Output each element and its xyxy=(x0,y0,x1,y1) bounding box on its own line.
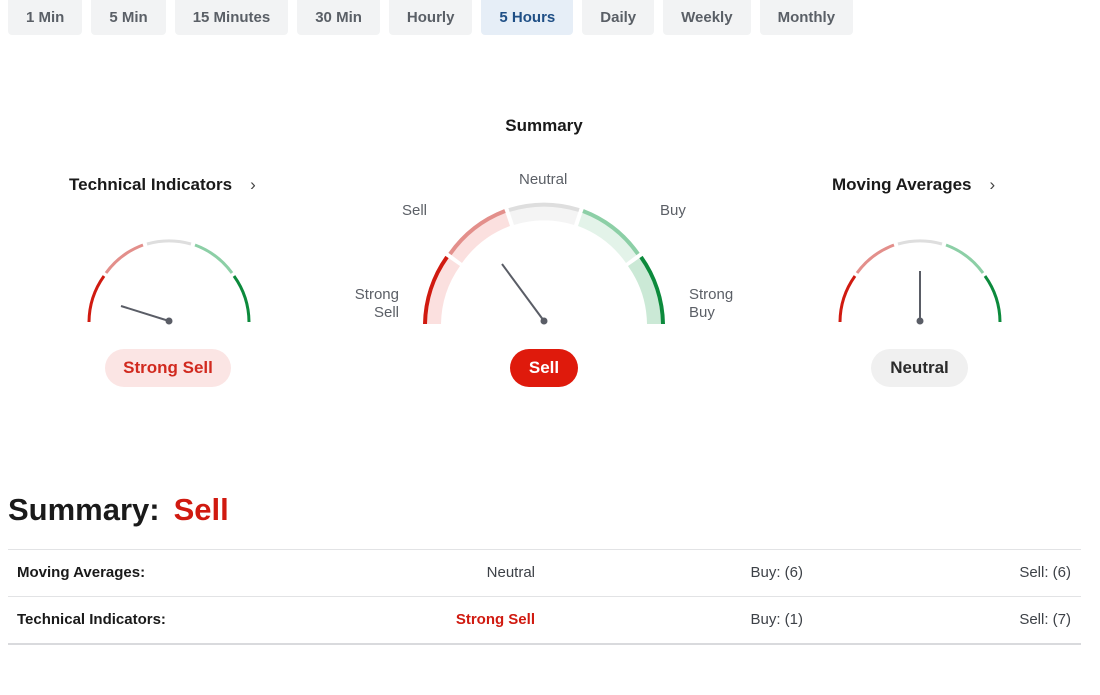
summary-table: Moving Averages: Neutral Buy: (6) Sell: … xyxy=(8,549,1081,645)
moving-averages-title: Moving Averages xyxy=(832,175,972,194)
tab-5-min[interactable]: 5 Min xyxy=(91,0,166,35)
summary-value: Sell xyxy=(173,492,229,527)
label-neutral: Neutral xyxy=(519,171,568,188)
technical-indicators-result-badge: Strong Sell xyxy=(105,349,231,387)
row-buy-count: Buy: (1) xyxy=(750,611,803,628)
summary-result-badge: Sell xyxy=(510,349,578,387)
chevron-right-icon: › xyxy=(250,175,256,194)
tab-30-min[interactable]: 30 Min xyxy=(297,0,380,35)
gauge-needle xyxy=(501,263,545,322)
table-row: Moving Averages: Neutral Buy: (6) Sell: … xyxy=(8,550,1081,597)
tab-daily[interactable]: Daily xyxy=(582,0,655,35)
tab-weekly[interactable]: Weekly xyxy=(663,0,751,35)
technical-indicators-title: Technical Indicators xyxy=(69,175,233,194)
label-buy: Buy xyxy=(660,202,686,219)
tab-monthly[interactable]: Monthly xyxy=(759,0,854,35)
moving-averages-result-badge: Neutral xyxy=(871,349,968,387)
tab-1-min[interactable]: 1 Min xyxy=(8,0,83,35)
label-sell: Sell xyxy=(402,202,428,219)
chevron-right-icon: › xyxy=(989,175,996,194)
row-status: Strong Sell xyxy=(455,611,535,628)
gauge-needle xyxy=(120,305,170,322)
tab-15-minutes[interactable]: 15 Minutes xyxy=(174,0,289,35)
row-label: Moving Averages: xyxy=(17,564,146,581)
row-label: Technical Indicators: xyxy=(17,611,166,628)
moving-averages-link[interactable]: Moving Averages › xyxy=(832,175,995,195)
row-sell-count: Sell: (7) xyxy=(1019,611,1071,628)
technical-indicators-link[interactable]: Technical Indicators › xyxy=(69,175,256,195)
row-sell-count: Sell: (6) xyxy=(1019,564,1071,581)
tab-hourly[interactable]: Hourly xyxy=(388,0,473,35)
summary-gauge-title: Summary xyxy=(505,116,583,135)
row-buy-count: Buy: (6) xyxy=(750,564,803,581)
row-status: Neutral xyxy=(486,564,535,581)
timeframe-tabs: 1 Min 5 Min 15 Minutes 30 Min Hourly 5 H… xyxy=(8,0,854,35)
label-strong-sell: Strong Sell xyxy=(354,286,399,321)
label-strong-buy: Strong Buy xyxy=(689,286,734,321)
tab-5-hours[interactable]: 5 Hours xyxy=(481,0,574,35)
summary-heading: Summary: Sell xyxy=(8,492,229,527)
table-row: Technical Indicators: Strong Sell Buy: (… xyxy=(8,597,1081,645)
